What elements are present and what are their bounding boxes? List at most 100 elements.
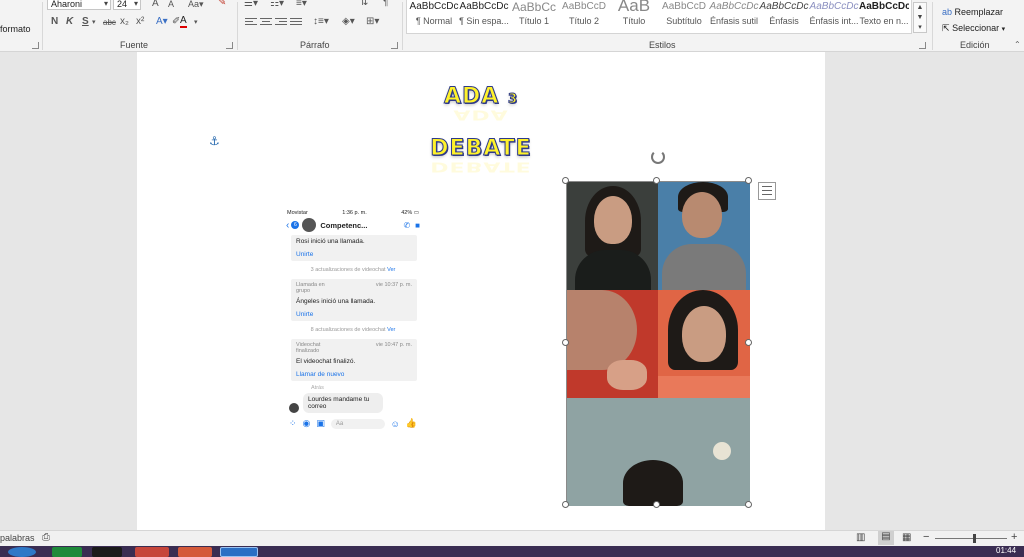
superscript-button[interactable]: x²	[136, 16, 144, 27]
proofing-icon[interactable]: ⎙	[42, 532, 50, 543]
multilevel-icon[interactable]: ≡▾	[296, 0, 307, 9]
resize-handle[interactable]	[745, 177, 752, 184]
print-layout-icon[interactable]: ▤	[878, 531, 894, 545]
paragraph-launcher-icon[interactable]	[391, 42, 398, 49]
join-link: Unirte	[296, 311, 314, 318]
font-launcher-icon[interactable]	[226, 42, 233, 49]
zoom-slider[interactable]	[935, 534, 1007, 543]
taskbar-app[interactable]	[52, 547, 82, 557]
clear-format-icon[interactable]: ✎	[218, 0, 226, 8]
style-preview: AaBbCcDc	[709, 1, 759, 12]
resize-handle[interactable]	[562, 501, 569, 508]
style-subtitle[interactable]: AaBbCcD Subtítulo	[659, 0, 709, 30]
bold-button[interactable]: N	[51, 16, 58, 27]
videocall-screenshot[interactable]	[566, 181, 750, 506]
grow-font-icon[interactable]: A	[152, 0, 159, 9]
subscript-button[interactable]: x₂	[120, 16, 129, 27]
bullets-icon[interactable]: ☰▾	[244, 0, 258, 9]
style-subtle-emphasis[interactable]: AaBbCcDc Énfasis sutil	[709, 0, 759, 30]
sort-icon[interactable]: ⇅	[360, 0, 368, 8]
chevron-up-icon[interactable]: ▲	[914, 3, 926, 13]
chevron-down-icon: ▾	[133, 0, 138, 8]
updates-note: 8 actualizaciones de videochat Ver	[283, 327, 423, 333]
anchor-icon[interactable]: ⚓	[209, 134, 220, 148]
styles-launcher-icon[interactable]	[919, 42, 926, 49]
phone-status-bar: Movistar 1:36 p. m. 42% ▭	[283, 208, 423, 217]
taskbar-app-word[interactable]	[220, 547, 258, 557]
resize-handle[interactable]	[745, 339, 752, 346]
style-strong[interactable]: AaBbCcDc Texto en n...	[859, 0, 909, 30]
shrink-font-icon[interactable]: A	[168, 0, 174, 9]
rotate-handle-icon[interactable]	[651, 150, 665, 164]
zoom-thumb[interactable]	[973, 534, 976, 543]
change-case-icon[interactable]: Aa▾	[188, 0, 204, 10]
zoom-in-icon[interactable]: +	[1011, 531, 1017, 543]
select-button[interactable]: ⇱ Seleccionar ▾	[942, 23, 1005, 34]
word-count[interactable]: palabras	[0, 533, 35, 543]
shading-icon[interactable]: ◈▾	[342, 16, 355, 27]
style-preview: AaBbCcDc	[859, 1, 909, 12]
style-no-spacing[interactable]: AaBbCcDc ¶ Sin espa...	[459, 0, 509, 30]
messenger-screenshot[interactable]: Movistar 1:36 p. m. 42% ▭ ‹ 6 Competenc.…	[283, 208, 423, 460]
clipboard-launcher-icon[interactable]	[32, 42, 39, 49]
more-icon[interactable]: ▾	[914, 23, 926, 33]
start-icon[interactable]	[8, 547, 36, 557]
gallery-scroll[interactable]: ▲ ▼ ▾	[913, 2, 927, 33]
participant-face	[594, 196, 632, 244]
underline-button[interactable]: S	[82, 16, 89, 27]
taskbar-app[interactable]	[178, 547, 212, 557]
resize-handle[interactable]	[653, 177, 660, 184]
document-page[interactable]: ADA 3 ADA DEBATE DEBATE ⚓ Movistar 1:36 …	[137, 52, 825, 530]
format-painter-label[interactable]: formato	[0, 24, 31, 34]
resize-handle[interactable]	[562, 177, 569, 184]
divider	[237, 2, 238, 50]
align-left-icon[interactable]	[244, 16, 258, 28]
resize-handle[interactable]	[653, 501, 660, 508]
card-text: El videochat finalizó.	[296, 358, 356, 365]
divider	[932, 2, 933, 50]
chevron-down-icon[interactable]: ▼	[914, 13, 926, 23]
chevron-down-icon: ▾	[1001, 26, 1006, 33]
strikethrough-button[interactable]: abc	[103, 18, 116, 27]
updates-text: 3 actualizaciones de videochat	[310, 267, 386, 273]
style-normal[interactable]: AaBbCcDc ¶ Normal	[409, 0, 459, 30]
web-layout-icon[interactable]: ▦	[902, 532, 911, 543]
taskbar-app[interactable]	[135, 547, 169, 557]
resize-handle[interactable]	[562, 339, 569, 346]
style-heading-1[interactable]: AaBbCc Título 1	[509, 0, 559, 30]
read-mode-icon[interactable]: ▥	[856, 532, 865, 543]
taskbar-app[interactable]	[92, 547, 122, 557]
line-spacing-icon[interactable]: ↕≡▾	[313, 16, 329, 27]
clock[interactable]: 01:44	[996, 546, 1016, 556]
taskbar: 01:44	[0, 546, 1024, 557]
style-preview: AaBbCc	[511, 0, 557, 14]
align-right-icon[interactable]	[274, 16, 288, 28]
resize-handle[interactable]	[745, 501, 752, 508]
style-heading-2[interactable]: AaBbCcD Título 2	[559, 0, 609, 30]
pilcrow-icon[interactable]: ¶	[383, 0, 388, 8]
font-size-combo[interactable]: 24 ▾	[113, 0, 141, 10]
collapse-ribbon-icon[interactable]: ⌃	[1014, 40, 1021, 49]
text-effects-icon[interactable]: A▾	[156, 16, 168, 27]
style-intense-emphasis[interactable]: AaBbCcDc Énfasis int...	[809, 0, 859, 30]
style-title[interactable]: AaB Título	[609, 0, 659, 30]
font-name-combo[interactable]: Aharoni ▾	[47, 0, 111, 10]
replace-button[interactable]: ab Reemplazar	[942, 7, 1003, 17]
message-input: Aa	[330, 418, 385, 429]
style-emphasis[interactable]: AaBbCcDc Énfasis	[759, 0, 809, 30]
chevron-down-icon[interactable]: ▾	[194, 18, 198, 26]
zoom-out-icon[interactable]: −	[923, 531, 929, 543]
borders-icon[interactable]: ⊞▾	[366, 16, 379, 27]
battery: 42% ▭	[401, 210, 419, 216]
numbering-icon[interactable]: ☷▾	[270, 0, 284, 9]
battery-icon: ▭	[413, 209, 419, 216]
justify-icon[interactable]	[289, 16, 303, 28]
style-name: Título 2	[568, 16, 599, 26]
join-link: Unirte	[296, 251, 314, 258]
align-center-icon[interactable]	[259, 16, 273, 28]
call-card: Videochat finalizado vie 10:47 p. m. El …	[291, 339, 417, 381]
underline-dropdown-icon[interactable]: ▾	[92, 18, 96, 26]
layout-options-button[interactable]	[758, 182, 776, 200]
italic-button[interactable]: K	[66, 16, 73, 27]
font-color-icon[interactable]: A	[180, 16, 187, 28]
